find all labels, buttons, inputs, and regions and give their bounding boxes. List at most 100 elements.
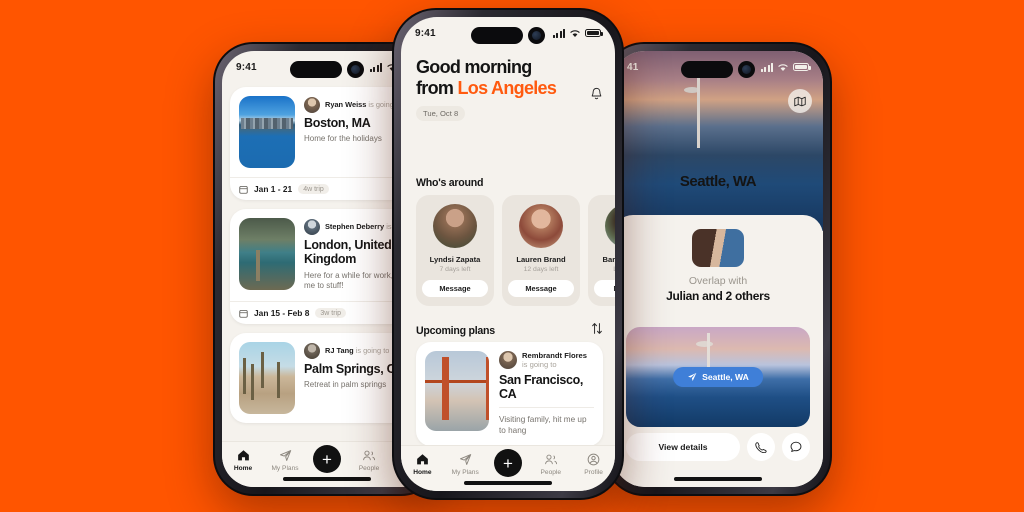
home-indicator <box>464 481 552 485</box>
trip-thumbnail <box>239 218 295 290</box>
city-detail-sheet: Seattle, WA Overlap with Julian and 2 ot… <box>613 173 823 487</box>
battery-icon <box>793 62 811 72</box>
island-pill <box>471 27 523 44</box>
battery-icon <box>585 28 603 38</box>
byline-text: RJ Tang is going to <box>325 346 389 355</box>
home-indicator <box>674 477 762 481</box>
tab-profile[interactable]: Profile <box>572 453 615 476</box>
trip-duration-tag: 4w trip <box>298 184 329 194</box>
greeting-line-2: from Los Angeles <box>416 78 603 99</box>
cellular-signal-icon <box>370 62 382 72</box>
message-button[interactable]: Message <box>422 280 488 297</box>
tab-people[interactable]: People <box>529 453 572 476</box>
trip-dates: Jan 15 - Feb 8 <box>254 308 310 319</box>
plan-note: Visiting family, hit me up to hang <box>499 414 587 436</box>
center-dynamic-island <box>471 27 545 44</box>
status-icons <box>553 28 603 38</box>
author-avatar <box>499 351 517 370</box>
person-name: Lyndsi Zapata <box>429 255 481 264</box>
person-photo <box>605 204 615 248</box>
tab-label: People <box>540 468 562 476</box>
author-avatar <box>304 97 320 113</box>
person-name: Baratunde Th <box>602 255 615 264</box>
location-chip[interactable]: Seattle, WA <box>673 367 763 387</box>
people-icon <box>544 454 557 465</box>
author-name: Rembrandt Flores <box>522 351 587 360</box>
tab-people[interactable]: People <box>348 449 390 472</box>
city-name: Seattle, WA <box>679 173 757 190</box>
people-icon <box>363 450 376 461</box>
city-photo-card[interactable]: Seattle, WA <box>626 327 810 427</box>
view-details-button[interactable]: View details <box>626 433 740 461</box>
trip-thumbnail <box>239 96 295 168</box>
author-suffix: is going to <box>522 360 557 370</box>
whos-around-list[interactable]: Lyndsi Zapata 7 days left Message Lauren… <box>416 195 615 306</box>
map-button[interactable] <box>788 89 812 113</box>
city-actions[interactable]: View details <box>626 433 810 461</box>
greeting-line-1: Good morning <box>416 57 532 77</box>
person-status: 7 days left <box>439 266 471 273</box>
status-time: 9:41 <box>415 27 436 39</box>
person-card[interactable]: Baratunde Th Lives her Messag <box>588 195 615 306</box>
person-photo <box>433 204 477 248</box>
calendar-icon <box>239 185 248 194</box>
left-dynamic-island <box>290 61 364 78</box>
person-photo <box>519 204 563 248</box>
tab-label: Profile <box>584 468 603 476</box>
paper-plane-icon <box>459 454 471 465</box>
phone-center: 9:41 Good morning from Los Angeles Tue, … <box>392 8 624 500</box>
author-name: RJ Tang <box>325 346 354 356</box>
author-suffix: is going to <box>355 346 390 356</box>
overlap-people: Julian and 2 others <box>666 289 770 303</box>
profile-icon <box>587 453 600 466</box>
chat-bubble-icon <box>790 441 802 452</box>
island-pill <box>681 61 733 78</box>
location-chip-label: Seattle, WA <box>702 372 749 382</box>
plan-divider <box>499 406 594 408</box>
byline-text: Rembrandt Flores is going to <box>522 351 594 370</box>
tab-create[interactable]: + <box>306 445 348 473</box>
overlap-section[interactable]: Overlap with Julian and 2 others <box>613 215 823 303</box>
plus-icon[interactable]: + <box>313 445 341 473</box>
whos-around-title: Who's around <box>416 177 484 189</box>
plan-destination: San Francisco, CA <box>499 372 584 401</box>
upcoming-plan-card[interactable]: Rembrandt Flores is going to San Francis… <box>416 342 603 446</box>
phone-center-screen: 9:41 Good morning from Los Angeles Tue, … <box>401 17 615 491</box>
person-card[interactable]: Lauren Brand 12 days left Message <box>502 195 580 306</box>
greeting-prefix: from <box>416 77 458 98</box>
calendar-icon <box>239 309 248 318</box>
front-camera-icon <box>528 27 545 44</box>
message-button[interactable]: Message <box>508 280 574 297</box>
plan-body: Rembrandt Flores is going to San Francis… <box>499 351 594 437</box>
date-chip: Tue, Oct 8 <box>416 105 466 121</box>
message-button[interactable] <box>782 433 810 461</box>
author-avatar <box>304 219 320 235</box>
tab-label: My Plans <box>271 464 299 472</box>
tab-home[interactable]: Home <box>222 449 264 472</box>
person-card[interactable]: Lyndsi Zapata 7 days left Message <box>416 195 494 306</box>
author-name: Ryan Weiss <box>325 100 367 110</box>
cellular-signal-icon <box>761 62 773 72</box>
tab-home[interactable]: Home <box>401 453 444 476</box>
message-button[interactable]: Messag <box>594 280 615 297</box>
plan-byline: Rembrandt Flores is going to <box>499 351 594 370</box>
greeting-city: Los Angeles <box>457 77 557 98</box>
greeting-header: Good morning from Los Angeles Tue, Oct 8 <box>416 57 603 121</box>
wifi-icon <box>570 29 580 37</box>
overlap-label: Overlap with <box>688 275 748 287</box>
upcoming-plans-header: Upcoming plans <box>416 322 603 340</box>
sort-button[interactable] <box>591 322 603 340</box>
status-icons <box>761 62 811 72</box>
home-icon <box>417 454 428 465</box>
phone-right: 41 Seattle, WA Overlap with Julian and 2… <box>604 42 832 496</box>
call-button[interactable] <box>747 433 775 461</box>
notifications-button[interactable] <box>590 87 603 106</box>
home-indicator <box>283 477 371 481</box>
tab-my-plans[interactable]: My Plans <box>444 453 487 476</box>
plus-icon[interactable]: + <box>493 449 522 477</box>
tab-create[interactable]: + <box>487 449 530 477</box>
person-status: 12 days left <box>523 266 559 273</box>
person-status: Lives her <box>594 266 615 273</box>
tab-my-plans[interactable]: My Plans <box>264 449 306 472</box>
cellular-signal-icon <box>553 28 565 38</box>
